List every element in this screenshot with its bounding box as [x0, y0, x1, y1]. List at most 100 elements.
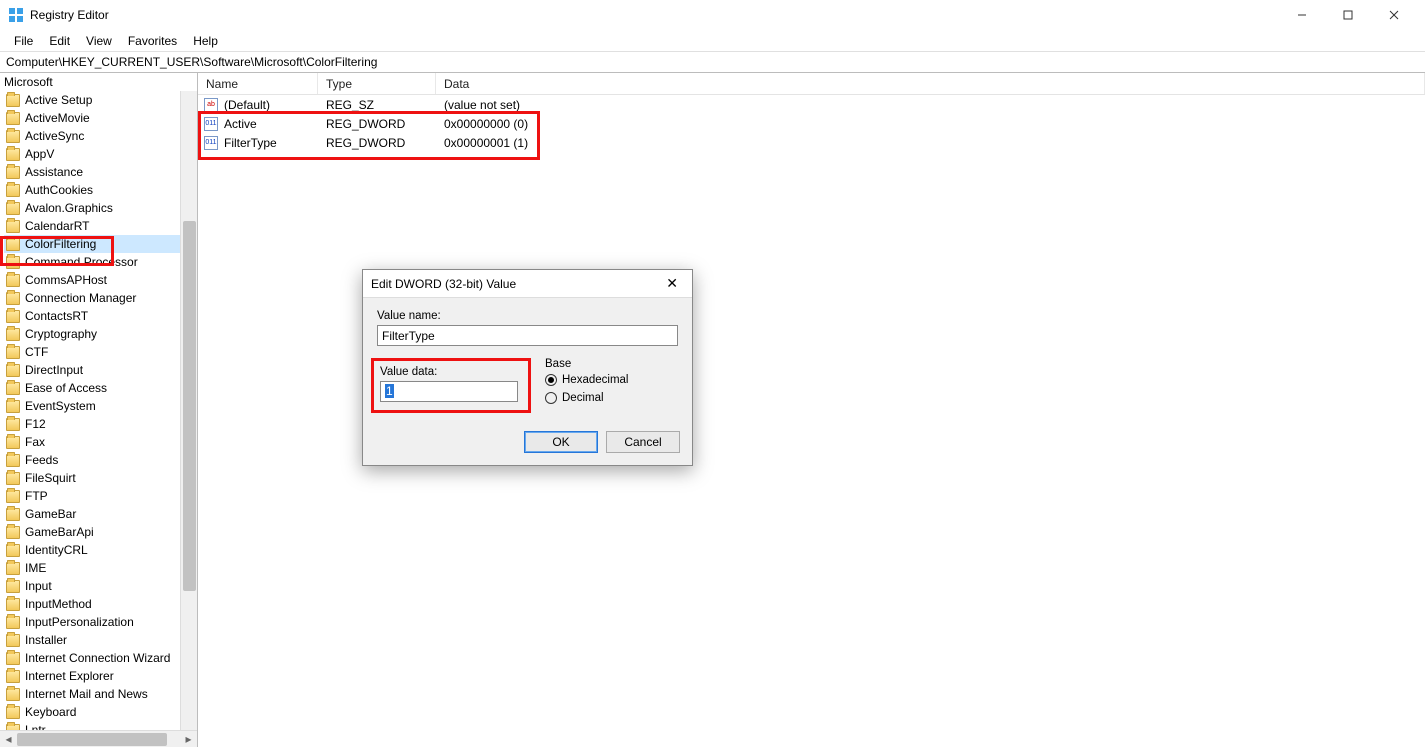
tree-panel: Microsoft Active Setup ActiveMovieActiveS…: [0, 73, 198, 747]
cancel-button[interactable]: Cancel: [606, 431, 680, 453]
tree-item[interactable]: IME: [4, 559, 197, 577]
folder-icon: [6, 454, 20, 467]
tree-item[interactable]: Fax: [4, 433, 197, 451]
tree-item[interactable]: Internet Explorer: [4, 667, 197, 685]
scrollbar-thumb[interactable]: [183, 221, 196, 591]
column-header-name[interactable]: Name: [198, 73, 318, 94]
tree-item-label: Lntr: [25, 723, 46, 730]
tree-item[interactable]: Cryptography: [4, 325, 197, 343]
tree-item[interactable]: Installer: [4, 631, 197, 649]
folder-icon: [6, 580, 20, 593]
dialog-close-button[interactable]: ✕: [660, 273, 684, 294]
menu-file[interactable]: File: [6, 32, 41, 50]
tree-item[interactable]: InputPersonalization: [4, 613, 197, 631]
tree-item-label: Assistance: [25, 165, 83, 179]
folder-icon: [6, 220, 20, 233]
highlight-value-data: Value data: 1: [371, 358, 531, 413]
scroll-left-button[interactable]: ◂: [0, 731, 17, 747]
tree-item-label: GameBarApi: [25, 525, 94, 539]
tree-item[interactable]: CalendarRT: [4, 217, 197, 235]
tree-item[interactable]: EventSystem: [4, 397, 197, 415]
tree-item-label: ContactsRT: [25, 309, 88, 323]
tree-item-label: IdentityCRL: [25, 543, 88, 557]
tree-item[interactable]: Active Setup: [4, 91, 197, 109]
tree-item[interactable]: CTF: [4, 343, 197, 361]
dialog-titlebar[interactable]: Edit DWORD (32-bit) Value ✕: [363, 270, 692, 298]
column-header-type[interactable]: Type: [318, 73, 436, 94]
folder-icon: [6, 148, 20, 161]
value-name-field[interactable]: [377, 325, 678, 346]
tree-item[interactable]: ActiveMovie: [4, 109, 197, 127]
tree-item[interactable]: FTP: [4, 487, 197, 505]
value-data-field[interactable]: 1: [380, 381, 518, 402]
window-title: Registry Editor: [30, 8, 109, 22]
tree-item-label: IME: [25, 561, 46, 575]
radio-decimal[interactable]: Decimal: [545, 392, 678, 404]
tree-item[interactable]: InputMethod: [4, 595, 197, 613]
tree-item-label: InputPersonalization: [25, 615, 134, 629]
folder-icon: [6, 400, 20, 413]
tree-item-label: GameBar: [25, 507, 76, 521]
tree-item[interactable]: Feeds: [4, 451, 197, 469]
folder-icon: [6, 202, 20, 215]
value-row[interactable]: 011ActiveREG_DWORD0x00000000 (0): [198, 114, 1425, 133]
tree-item-label: Active Setup: [25, 93, 92, 107]
tree-item[interactable]: Internet Connection Wizard: [4, 649, 197, 667]
tree-item[interactable]: Ease of Access: [4, 379, 197, 397]
tree-item[interactable]: Internet Mail and News: [4, 685, 197, 703]
scrollbar-thumb-h[interactable]: [17, 733, 167, 746]
address-bar[interactable]: Computer\HKEY_CURRENT_USER\Software\Micr…: [0, 51, 1425, 73]
tree-item[interactable]: Lntr: [4, 721, 197, 730]
tree-item[interactable]: DirectInput: [4, 361, 197, 379]
menu-view[interactable]: View: [78, 32, 120, 50]
column-header-data[interactable]: Data: [436, 73, 1425, 94]
maximize-button[interactable]: [1325, 0, 1371, 30]
tree-item[interactable]: Avalon.Graphics: [4, 199, 197, 217]
tree-item[interactable]: Input: [4, 577, 197, 595]
tree-item[interactable]: GameBar: [4, 505, 197, 523]
tree-item[interactable]: GameBarApi: [4, 523, 197, 541]
close-button[interactable]: [1371, 0, 1417, 30]
folder-icon: [6, 328, 20, 341]
menu-edit[interactable]: Edit: [41, 32, 78, 50]
tree-item-label: Ease of Access: [25, 381, 107, 395]
tree-item[interactable]: Command Processor: [4, 253, 197, 271]
tree-item[interactable]: CommsAPHost: [4, 271, 197, 289]
tree-vertical-scrollbar[interactable]: [180, 91, 197, 730]
tree-item[interactable]: Connection Manager: [4, 289, 197, 307]
tree-horizontal-scrollbar[interactable]: ◂ ▸: [0, 730, 197, 747]
minimize-button[interactable]: [1279, 0, 1325, 30]
tree-item[interactable]: Keyboard: [4, 703, 197, 721]
folder-icon: [6, 670, 20, 683]
tree-item-label: Internet Mail and News: [25, 687, 148, 701]
value-name: Active: [224, 117, 257, 131]
tree-item-label: Feeds: [25, 453, 58, 467]
tree-item-label: CTF: [25, 345, 48, 359]
folder-icon: [6, 688, 20, 701]
menu-help[interactable]: Help: [185, 32, 226, 50]
value-type: REG_SZ: [318, 98, 436, 112]
tree-item[interactable]: AppV: [4, 145, 197, 163]
tree-list: Active Setup ActiveMovieActiveSync AppV Ass…: [0, 91, 197, 730]
reg-string-icon: ab: [204, 98, 218, 112]
tree-item[interactable]: Assistance: [4, 163, 197, 181]
tree-item-label: AuthCookies: [25, 183, 93, 197]
tree-item[interactable]: ContactsRT: [4, 307, 197, 325]
tree-item-label: AppV: [25, 147, 54, 161]
folder-icon: [6, 130, 20, 143]
tree-item[interactable]: FileSquirt: [4, 469, 197, 487]
ok-button[interactable]: OK: [524, 431, 598, 453]
tree-item[interactable]: F12: [4, 415, 197, 433]
scroll-right-button[interactable]: ▸: [180, 731, 197, 747]
value-row[interactable]: 011FilterTypeREG_DWORD0x00000001 (1): [198, 133, 1425, 152]
tree-item[interactable]: ActiveSync: [4, 127, 197, 145]
tree-item[interactable]: AuthCookies: [4, 181, 197, 199]
value-row[interactable]: ab(Default)REG_SZ(value not set): [198, 95, 1425, 114]
tree-root-label[interactable]: Microsoft: [0, 73, 197, 91]
tree-item[interactable]: ColorFiltering: [4, 235, 197, 253]
radio-hexadecimal[interactable]: Hexadecimal: [545, 374, 678, 386]
tree-item[interactable]: IdentityCRL: [4, 541, 197, 559]
folder-icon: [6, 616, 20, 629]
menu-favorites[interactable]: Favorites: [120, 32, 185, 50]
tree-item-label: EventSystem: [25, 399, 96, 413]
